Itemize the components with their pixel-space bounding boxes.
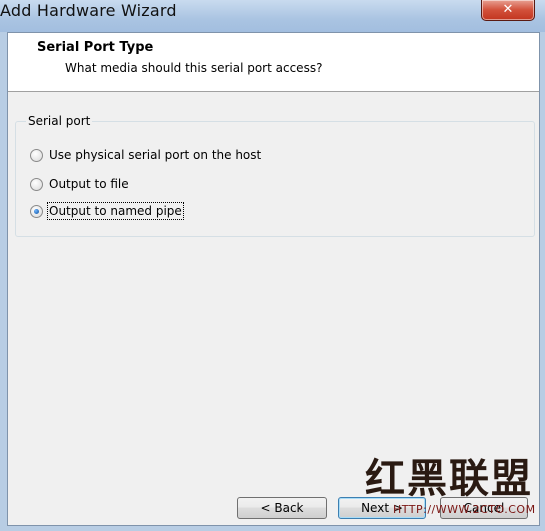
radio-physical-port[interactable]: Use physical serial port on the host bbox=[30, 148, 261, 162]
watermark-text: 红黑联盟 bbox=[365, 455, 533, 502]
watermark-url: HTTP://WWW.2CTO.COM bbox=[393, 503, 536, 516]
close-button[interactable]: ✕ bbox=[481, 0, 535, 21]
radio-label: Use physical serial port on the host bbox=[49, 148, 262, 162]
radio-button[interactable] bbox=[30, 148, 43, 162]
serial-port-group: Serial port Use physical serial port on … bbox=[15, 114, 535, 237]
radio-button-selected[interactable] bbox=[30, 204, 43, 218]
window-title: Add Hardware Wizard bbox=[0, 1, 177, 20]
wizard-content: Serial Port Type What media should this … bbox=[7, 32, 540, 526]
page-subtitle: What media should this serial port acces… bbox=[65, 61, 323, 75]
watermark-logo: 红黑联盟 HTTP://WWW.2CTO.COM bbox=[365, 455, 541, 531]
close-icon: ✕ bbox=[502, 2, 514, 17]
title-bar[interactable]: Add Hardware Wizard ✕ bbox=[0, 0, 545, 32]
radio-label: Output to named pipe bbox=[47, 202, 184, 220]
wizard-header: Serial Port Type What media should this … bbox=[8, 33, 539, 92]
group-label: Serial port bbox=[26, 114, 93, 128]
back-button[interactable]: < Back bbox=[237, 497, 327, 519]
radio-button[interactable] bbox=[30, 177, 43, 191]
radio-output-file[interactable]: Output to file bbox=[30, 177, 129, 191]
radio-label: Output to file bbox=[49, 177, 129, 191]
page-title: Serial Port Type bbox=[37, 40, 154, 55]
radio-named-pipe[interactable]: Output to named pipe bbox=[30, 202, 184, 220]
